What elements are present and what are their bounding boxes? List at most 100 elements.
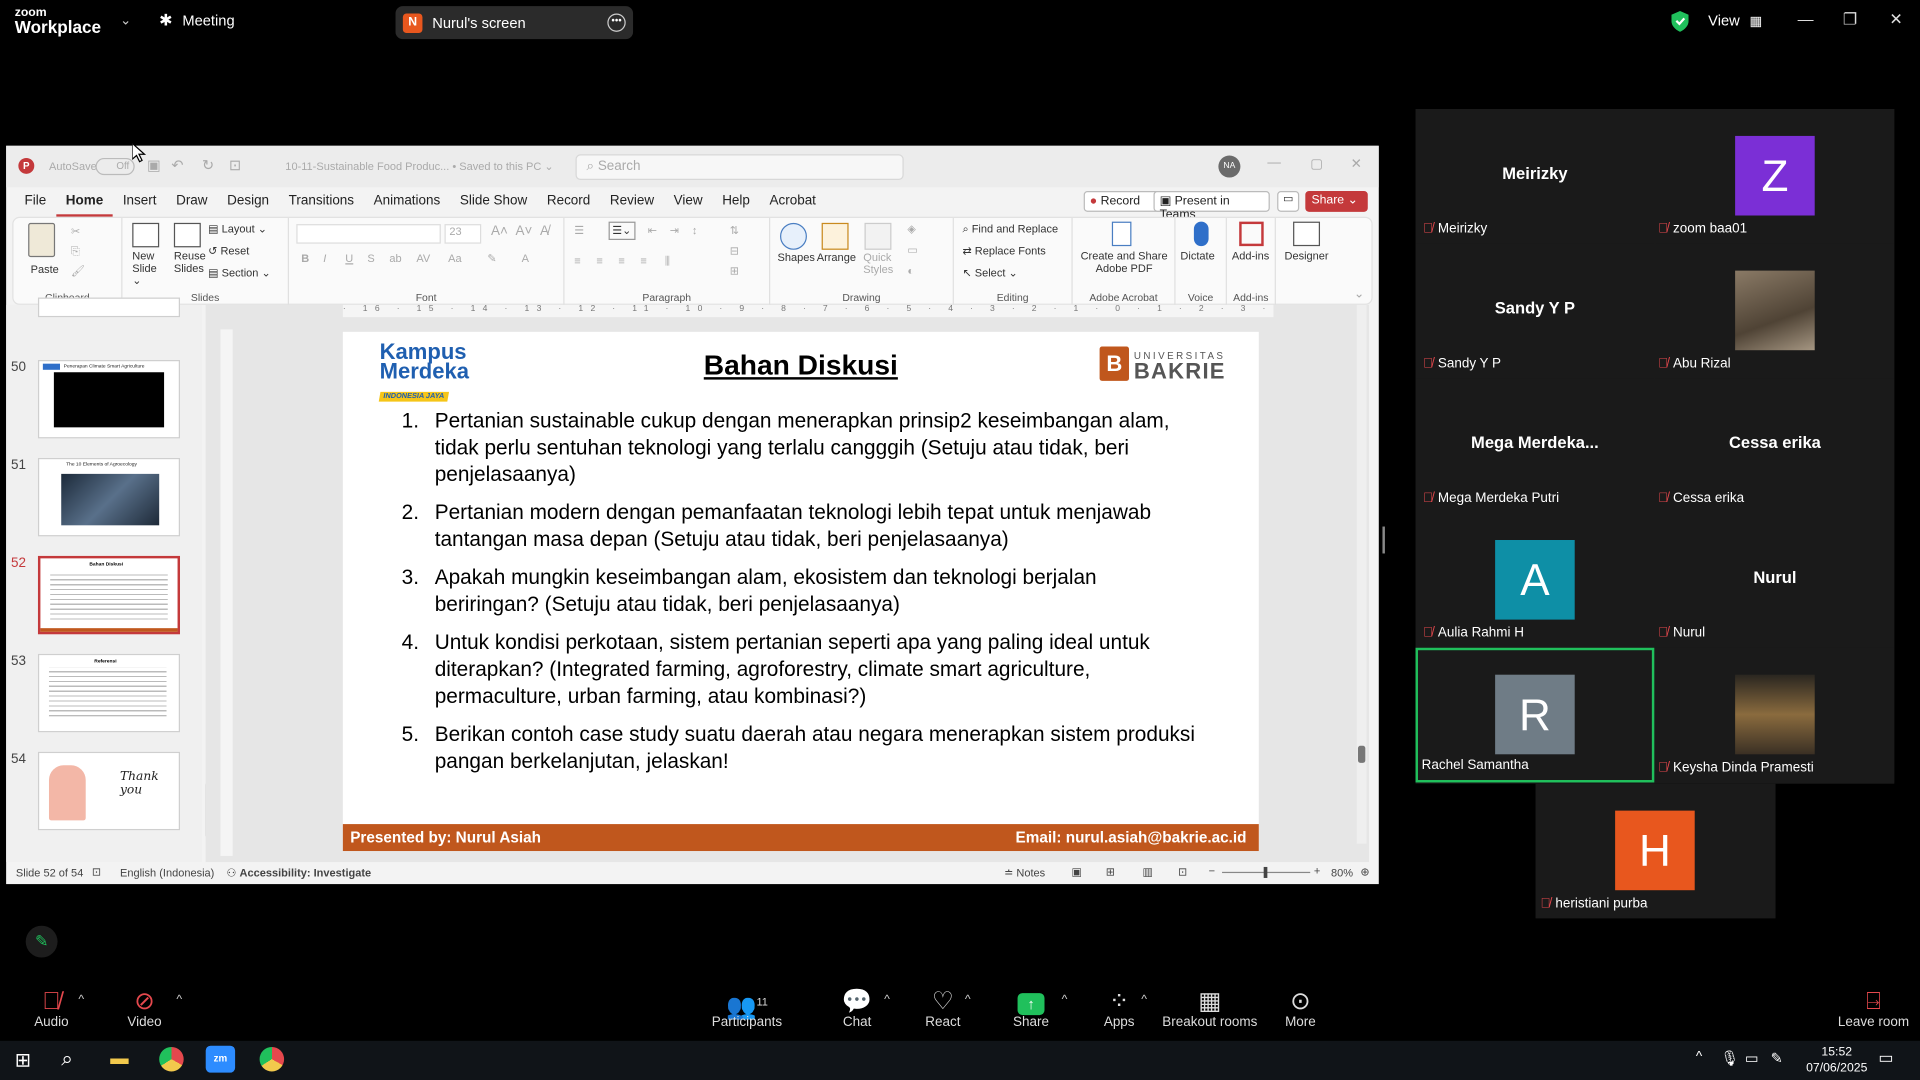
char-spacing-icon[interactable]: AV [416, 252, 430, 264]
underline-icon[interactable]: U [345, 252, 353, 264]
shapes-label[interactable]: Shapes [778, 251, 815, 263]
tab-home[interactable]: Home [56, 190, 114, 217]
font-family-select[interactable] [296, 224, 441, 244]
slideshow-icon[interactable]: ⊡ [1178, 866, 1187, 879]
tab-help[interactable]: Help [712, 190, 759, 217]
font-size-select[interactable]: 23 [444, 224, 482, 244]
leave-room-button[interactable]: ⍈ Leave room [1837, 988, 1910, 1030]
find-replace-button[interactable]: ⌕ Find and Replace [962, 223, 1058, 236]
participant-tile[interactable]: Cessa erika 🎙̸ Cessa erika [1655, 378, 1895, 514]
clear-format-icon[interactable]: A̸ [540, 224, 549, 239]
reuse-slides-label[interactable]: Reuse Slides [174, 250, 211, 274]
chat-button[interactable]: 💬 Chat [833, 988, 882, 1030]
slide-thumb-52[interactable]: Bahan Diskusi [37, 555, 181, 635]
tab-record[interactable]: Record [537, 190, 600, 217]
tab-design[interactable]: Design [217, 190, 279, 217]
tab-animations[interactable]: Animations [364, 190, 450, 217]
restore-icon[interactable]: ❐ [1843, 10, 1857, 30]
share-button[interactable]: Share ⌄ [1305, 191, 1368, 212]
autosave-toggle[interactable]: Off [95, 157, 135, 176]
grow-font-icon[interactable]: A˄ [491, 224, 508, 239]
quick-styles-icon[interactable] [864, 222, 892, 250]
section-button[interactable]: ▤ Section ⌄ [208, 267, 271, 280]
redo-icon[interactable]: ↻ [202, 157, 214, 174]
video-options-icon[interactable]: ^ [176, 993, 182, 1006]
present-icon[interactable]: ⊡ [229, 157, 241, 174]
shape-outline-icon[interactable]: ▭ [907, 244, 917, 257]
participant-tile[interactable]: Mega Merdeka... 🎙̸ Mega Merdeka Putri [1415, 378, 1655, 514]
slide-thumb-50[interactable]: Penerapan Climate Smart Agriculture [37, 360, 181, 439]
columns-icon[interactable]: ⫼ [665, 255, 670, 268]
addins-label[interactable]: Add-ins [1232, 250, 1269, 262]
editor-scrollbar[interactable] [1356, 304, 1367, 844]
participant-tile[interactable]: 🎙̸ Abu Rizal [1655, 243, 1895, 379]
italic-icon[interactable]: I [323, 252, 326, 264]
arrange-icon[interactable] [821, 222, 849, 250]
bold-icon[interactable]: B [301, 252, 309, 264]
new-slide-icon[interactable] [132, 222, 160, 248]
more-icon[interactable]: ••• [607, 13, 626, 32]
shapes-icon[interactable] [780, 222, 807, 250]
share-screen-button[interactable]: ↑ Share [1007, 988, 1056, 1030]
tab-transitions[interactable]: Transitions [279, 190, 364, 217]
tab-draw[interactable]: Draw [166, 190, 217, 217]
file-explorer-icon[interactable]: ▬ [110, 1048, 128, 1069]
participant-tile[interactable]: H 🎙̸ heristiani purba [1535, 783, 1776, 919]
tab-view[interactable]: View [664, 190, 713, 217]
participant-tile[interactable]: A 🎙̸ Aulia Rahmi H [1415, 513, 1655, 648]
tray-pen-icon[interactable]: ✎ [1771, 1049, 1783, 1066]
zoom-out-icon[interactable]: − [1209, 864, 1215, 876]
slide-canvas[interactable]: Kampus Merdeka INDONESIA JAYA Bahan Disk… [342, 331, 1259, 852]
dictate-label[interactable]: Dictate [1180, 250, 1214, 262]
bullets-icon[interactable]: ☰ [574, 224, 584, 237]
zoom-app-icon[interactable]: zm [205, 1045, 236, 1073]
paste-icon[interactable] [28, 222, 56, 258]
addins-icon[interactable] [1239, 221, 1264, 247]
slide-sorter-icon[interactable]: ⊞ [1106, 866, 1115, 879]
close-icon[interactable]: ✕ [1889, 10, 1902, 30]
participant-tile-active[interactable]: R Rachel Samantha [1415, 647, 1655, 783]
zoom-level[interactable]: 80% [1331, 867, 1353, 879]
ppt-restore-icon[interactable]: ▢ [1310, 156, 1323, 172]
slide-thumb-49[interactable] [37, 297, 181, 318]
search-icon[interactable]: ⌕ [61, 1047, 73, 1071]
tab-acrobat[interactable]: Acrobat [760, 190, 826, 217]
more-button[interactable]: ⊙ More [1276, 988, 1325, 1030]
notes-button[interactable]: ≐ Notes [1004, 867, 1045, 880]
search-box[interactable]: ⌕ Search [575, 154, 904, 181]
layout-button[interactable]: ▤ Layout ⌄ [208, 223, 267, 236]
save-icon[interactable]: ▣ [147, 157, 161, 174]
clock[interactable]: 15:52 07/06/2025 [1800, 1044, 1873, 1076]
create-pdf-label[interactable]: Create and Share Adobe PDF [1078, 250, 1171, 274]
meeting-menu[interactable]: ✱ Meeting [159, 11, 234, 31]
quick-styles-label[interactable]: Quick Styles [863, 251, 897, 275]
participant-tile[interactable]: Meirizky 🎙̸ Meirizky [1415, 108, 1655, 244]
highlight-icon[interactable]: ✎ [487, 252, 496, 265]
language-status[interactable]: English (Indonesia) [120, 867, 214, 879]
microphone-icon[interactable] [1193, 221, 1209, 247]
shape-fill-icon[interactable]: ◈ [907, 223, 915, 236]
participant-tile[interactable]: Nurul 🎙̸ Nurul [1655, 513, 1895, 648]
react-options-icon[interactable]: ^ [965, 993, 971, 1006]
shape-effects-icon[interactable]: ◐ [907, 264, 914, 276]
cut-icon[interactable]: ✂ [71, 225, 80, 238]
align-left-icon[interactable]: ≡ [574, 255, 580, 267]
video-button[interactable]: ⊘ Video [120, 988, 169, 1030]
shield-icon[interactable] [1671, 11, 1689, 38]
chrome-icon[interactable] [159, 1046, 184, 1072]
panel-splitter[interactable] [1382, 526, 1385, 554]
increase-indent-icon[interactable]: ⇥ [670, 224, 679, 237]
tray-overflow-icon[interactable]: ^ [1696, 1049, 1702, 1064]
designer-label[interactable]: Designer [1285, 250, 1329, 262]
align-center-icon[interactable]: ≡ [596, 255, 602, 267]
shadow-icon[interactable]: S [367, 252, 374, 264]
tab-insert[interactable]: Insert [113, 190, 166, 217]
accessibility-status[interactable]: ⚇ Accessibility: Investigate [227, 867, 372, 880]
tab-file[interactable]: File [6, 190, 56, 217]
audio-button[interactable]: 🎙̸ Audio [27, 988, 76, 1030]
file-name[interactable]: 10-11-Sustainable Food Produc... • Saved… [285, 160, 553, 173]
numbering-icon[interactable]: ☰⌄ [608, 221, 636, 241]
audio-options-icon[interactable]: ^ [78, 993, 84, 1006]
zoom-slider[interactable] [1222, 866, 1311, 878]
participant-tile[interactable]: Z 🎙̸ zoom baa01 [1655, 108, 1895, 244]
